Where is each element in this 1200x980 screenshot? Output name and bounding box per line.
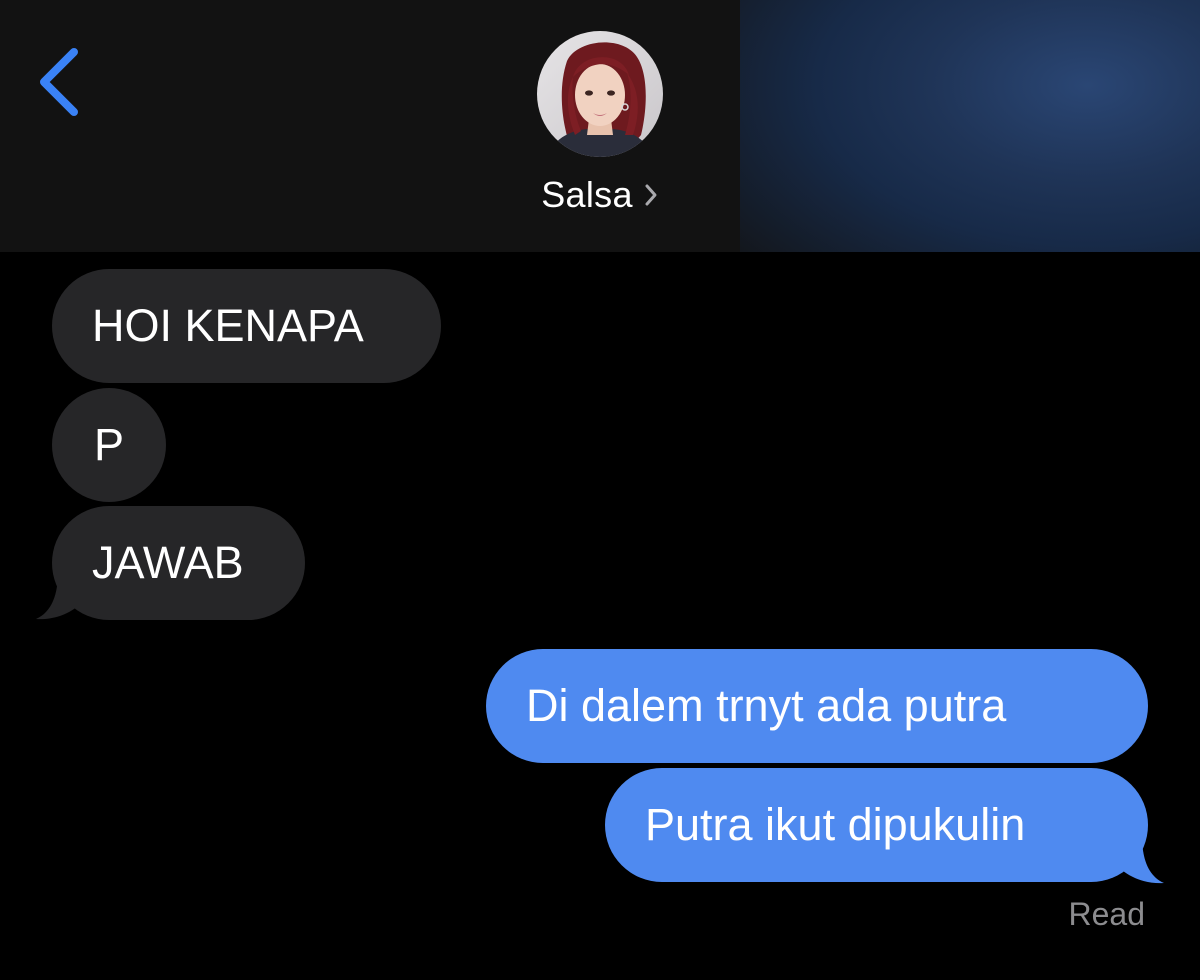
chevron-left-icon bbox=[40, 48, 78, 116]
outgoing-message-bubble[interactable]: Putra ikut dipukulin bbox=[605, 768, 1148, 882]
message-text: Putra ikut dipukulin bbox=[645, 799, 1026, 850]
contact-avatar[interactable] bbox=[537, 31, 663, 157]
incoming-message-bubble[interactable]: P bbox=[52, 388, 166, 502]
incoming-message-bubble[interactable]: HOI KENAPA bbox=[52, 269, 441, 383]
contact-name: Salsa bbox=[541, 174, 633, 215]
back-button[interactable] bbox=[30, 40, 94, 124]
message-text: P bbox=[93, 419, 124, 470]
message-text: JAWAB bbox=[92, 537, 244, 588]
outgoing-message-bubble[interactable]: Di dalem trnyt ada putra bbox=[486, 649, 1148, 763]
read-receipt: Read bbox=[1068, 896, 1146, 932]
message-text: HOI KENAPA bbox=[92, 300, 364, 351]
chevron-right-icon bbox=[645, 184, 657, 206]
message-text: Di dalem trnyt ada putra bbox=[526, 680, 1007, 731]
avatar-photo bbox=[537, 31, 663, 157]
conversation-header: Salsa bbox=[0, 0, 1200, 252]
incoming-message-bubble[interactable]: JAWAB bbox=[52, 506, 305, 620]
contact-name-button[interactable]: Salsa bbox=[0, 170, 1200, 220]
